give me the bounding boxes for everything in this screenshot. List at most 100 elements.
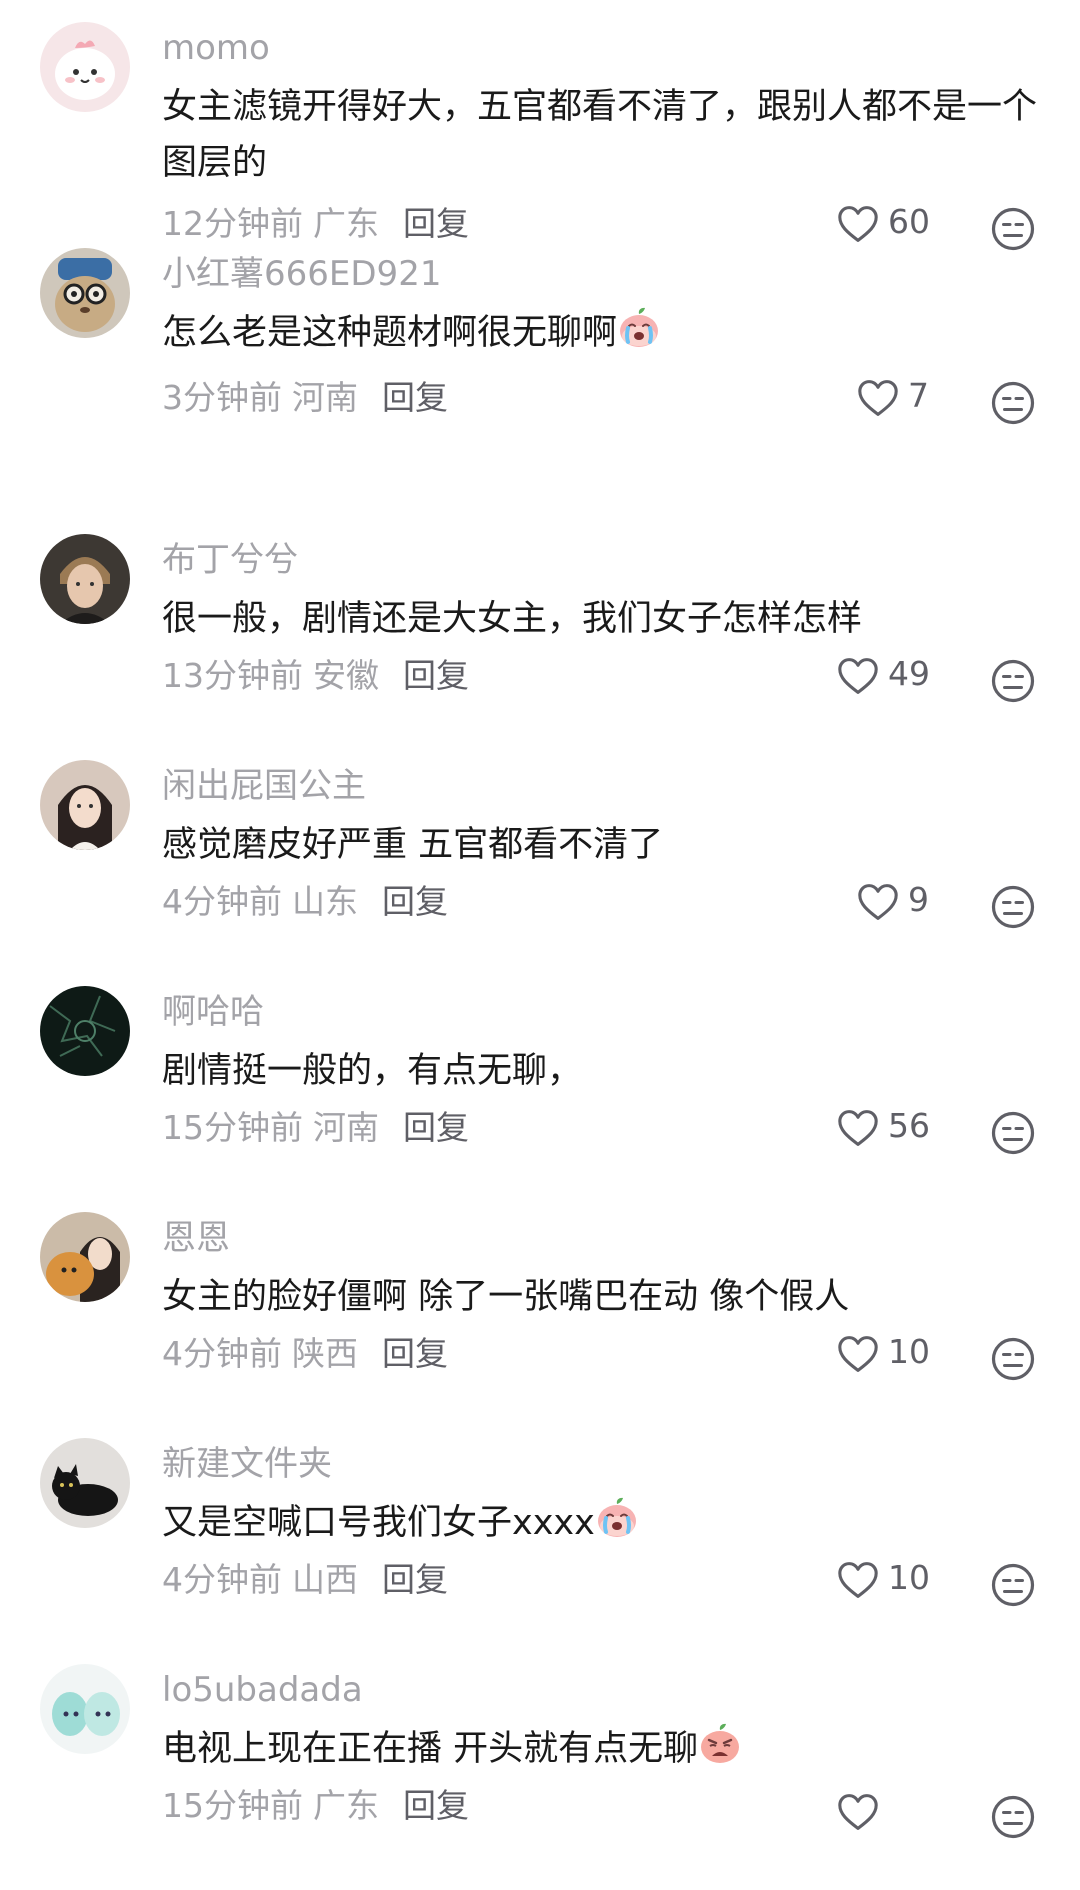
comment-meta: 4分钟前 陕西 回复 <box>162 1332 448 1376</box>
comment-text-content: 很一般，剧情还是大女主，我们女子怎样怎样 <box>162 599 863 639</box>
comment-location: 山西 <box>292 1560 358 1599</box>
reply-button[interactable]: 回复 <box>382 1560 448 1599</box>
black-cat-avatar-icon[interactable] <box>40 1438 130 1528</box>
dog-with-glasses-avatar-icon[interactable] <box>40 248 130 338</box>
dislike-icon[interactable] <box>990 1794 1036 1840</box>
comment-item: momo 女主滤镜开得好大，五官都看不清了，跟别人都不是一个图层的 12分钟前广… <box>0 22 1080 248</box>
comment-meta: 12分钟前 广东 回复 <box>162 202 469 246</box>
comment-location: 河南 <box>313 1108 379 1147</box>
comment-text-content: 又是空喊口号我们女子xxxx <box>162 1503 595 1543</box>
dislike-icon[interactable] <box>990 1110 1036 1156</box>
like-button[interactable]: 9 <box>856 880 996 928</box>
comment-location: 山东 <box>292 882 358 921</box>
comment-text: 很一般，剧情还是大女主，我们女子怎样怎样 <box>162 591 1042 647</box>
comment-item: 恩恩 女主的脸好僵啊 除了一张嘴巴在动 像个假人 4分钟前 陕西 回复 10 <box>0 1212 1080 1438</box>
reply-button[interactable]: 回复 <box>403 1108 469 1147</box>
like-count: 56 <box>888 1106 930 1145</box>
reply-button[interactable]: 回复 <box>403 1786 469 1825</box>
comment-text: 女主的脸好僵啊 除了一张嘴巴在动 像个假人 <box>162 1269 1042 1325</box>
comment-text-content: 女主的脸好僵啊 除了一张嘴巴在动 像个假人 <box>162 1277 850 1317</box>
dislike-icon[interactable] <box>990 380 1036 426</box>
girl-with-dog-avatar-icon[interactable] <box>40 1212 130 1302</box>
like-button[interactable]: 60 <box>836 202 976 250</box>
dislike-icon[interactable] <box>990 884 1036 930</box>
comment-time: 12分钟前 <box>162 204 303 243</box>
like-button[interactable]: 10 <box>836 1558 976 1606</box>
username[interactable]: 小红薯666ED921 <box>162 252 441 296</box>
comment-text-content: 女主滤镜开得好大，五官都看不清了，跟别人都不是一个图层的 <box>162 87 1038 183</box>
like-count: 7 <box>908 376 929 415</box>
like-button[interactable] <box>836 1790 976 1838</box>
heart-icon <box>836 1108 880 1148</box>
like-count: 49 <box>888 654 930 693</box>
comment-location: 陕西 <box>292 1334 358 1373</box>
dislike-icon[interactable] <box>990 658 1036 704</box>
comment-text-content: 怎么老是这种题材啊很无聊啊 <box>162 313 618 353</box>
heart-icon <box>856 882 900 922</box>
username[interactable]: 恩恩 <box>162 1216 230 1260</box>
comment-time: 13分钟前 <box>162 656 303 695</box>
comment-meta: 15分钟前 河南 回复 <box>162 1106 469 1150</box>
reply-button[interactable]: 回复 <box>403 656 469 695</box>
comment-text: 怎么老是这种题材啊很无聊啊 <box>162 305 1042 361</box>
angry-peach-emoji <box>698 1722 742 1766</box>
man-portrait-avatar-icon[interactable] <box>40 534 130 624</box>
comment-time: 15分钟前 <box>162 1108 303 1147</box>
heart-icon <box>836 656 880 696</box>
heart-icon <box>836 1334 880 1374</box>
comment-text-content: 电视上现在正在播 开头就有点无聊 <box>162 1729 699 1769</box>
username[interactable]: 布丁兮兮 <box>162 538 298 582</box>
comment-meta: 4分钟前 山东 回复 <box>162 880 448 924</box>
comment-time: 4分钟前 <box>162 1334 282 1373</box>
comment-meta: 13分钟前 安徽 回复 <box>162 654 469 698</box>
crying-peach-emoji <box>595 1496 639 1540</box>
heart-icon <box>836 204 880 244</box>
comment-text-content: 剧情挺一般的，有点无聊， <box>162 1051 583 1091</box>
comment-meta: 3分钟前 河南 回复 <box>162 376 448 420</box>
username[interactable]: lo5ubadada <box>162 1668 363 1712</box>
anime-characters-avatar-icon[interactable] <box>40 1664 130 1754</box>
comment-meta: 15分钟前 广东 回复 <box>162 1784 469 1828</box>
heart-icon <box>836 1560 880 1600</box>
comment-location: 安徽 <box>313 656 379 695</box>
comment-item: lo5ubadada 电视上现在正在播 开头就有点无聊 15分钟前 广东 回复 <box>0 1664 1080 1890</box>
like-count: 10 <box>888 1332 930 1371</box>
username[interactable]: 啊哈哈 <box>162 990 264 1034</box>
pink-cartoon-avatar-icon[interactable] <box>40 22 130 112</box>
like-button[interactable]: 56 <box>836 1106 976 1154</box>
girl-portrait-avatar-icon[interactable] <box>40 760 130 850</box>
comment-location: 广东 <box>313 1786 379 1825</box>
comment-text: 女主滤镜开得好大，五官都看不清了，跟别人都不是一个图层的 <box>162 79 1042 191</box>
crying-peach-emoji <box>617 306 661 350</box>
reply-button[interactable]: 回复 <box>382 1334 448 1373</box>
username[interactable]: 新建文件夹 <box>162 1442 332 1486</box>
comment-time: 4分钟前 <box>162 882 282 921</box>
comment-time: 3分钟前 <box>162 378 282 417</box>
username[interactable]: momo <box>162 26 270 70</box>
comment-item: 新建文件夹 又是空喊口号我们女子xxxx 4分钟前 山西 回复 10 <box>0 1438 1080 1664</box>
reply-button[interactable]: 回复 <box>382 378 448 417</box>
like-button[interactable]: 49 <box>836 654 976 702</box>
comment-item: 小红薯666ED921 怎么老是这种题材啊很无聊啊 3分钟前 河南 回复 7 <box>0 248 1080 474</box>
dislike-icon[interactable] <box>990 1562 1036 1608</box>
comment-location: 河南 <box>292 378 358 417</box>
dislike-icon[interactable] <box>990 206 1036 252</box>
reply-button[interactable]: 回复 <box>403 204 469 243</box>
comment-text-content: 感觉磨皮好严重 五官都看不清了 <box>162 825 664 865</box>
dark-green-pattern-avatar-icon[interactable] <box>40 986 130 1076</box>
comment-item: 闲出屁国公主 感觉磨皮好严重 五官都看不清了 4分钟前 山东 回复 9 <box>0 760 1080 986</box>
reply-button[interactable]: 回复 <box>382 882 448 921</box>
dislike-icon[interactable] <box>990 1336 1036 1382</box>
comment-time: 15分钟前 <box>162 1786 303 1825</box>
comment-text: 剧情挺一般的，有点无聊， <box>162 1043 1042 1099</box>
like-button[interactable]: 7 <box>856 376 996 424</box>
comment-text: 感觉磨皮好严重 五官都看不清了 <box>162 817 1042 873</box>
comment-text: 电视上现在正在播 开头就有点无聊 <box>162 1721 1042 1777</box>
like-count: 60 <box>888 202 930 241</box>
comment-text: 又是空喊口号我们女子xxxx <box>162 1495 1042 1551</box>
like-button[interactable]: 10 <box>836 1332 976 1380</box>
comment-item: 啊哈哈 剧情挺一般的，有点无聊， 15分钟前 河南 回复 56 <box>0 986 1080 1212</box>
like-count: 9 <box>908 880 929 919</box>
username[interactable]: 闲出屁国公主 <box>162 764 366 808</box>
comment-time: 4分钟前 <box>162 1560 282 1599</box>
